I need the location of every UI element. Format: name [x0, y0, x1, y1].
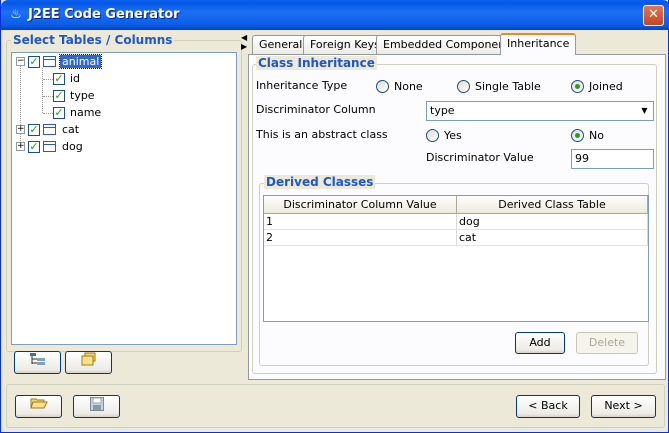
title-bar[interactable]: ♨ J2EE Code Generator ✕	[1, 0, 669, 30]
open-folder-icon	[29, 398, 48, 409]
table-cell[interactable]: cat	[457, 230, 648, 246]
abstract-class-label: This is an abstract class	[256, 128, 388, 141]
tree-label-name[interactable]: name	[68, 106, 103, 119]
details-panel: General Foreign Keys Embedded Components…	[248, 33, 666, 380]
close-button[interactable]: ✕	[643, 5, 664, 26]
main-window: ♨ J2EE Code Generator ✕ Select Tables / …	[0, 0, 669, 433]
discriminator-value-field[interactable]: 99	[571, 149, 654, 169]
tree-node-type[interactable]: ✓ type	[53, 87, 97, 104]
radio-none-circle[interactable]	[376, 80, 389, 93]
tree-view-button[interactable]	[14, 351, 61, 374]
folder-tool-button[interactable]	[65, 351, 112, 374]
tab-general[interactable]: General	[252, 35, 310, 54]
tab-foreign-keys[interactable]: Foreign Keys	[303, 35, 387, 54]
table-cell[interactable]: 2	[264, 230, 457, 246]
save-button[interactable]	[73, 395, 120, 418]
table-icon	[43, 141, 56, 152]
back-button[interactable]: < Back	[516, 395, 580, 418]
checkbox-id[interactable]: ✓	[53, 72, 65, 85]
radio-single-table-label: Single Table	[475, 80, 541, 93]
table-cell[interactable]: dog	[457, 214, 648, 230]
expand-icon[interactable]: +	[16, 142, 25, 151]
delete-button[interactable]: Delete	[576, 332, 638, 354]
tree-node-dog[interactable]: + ✓ dog	[16, 138, 85, 155]
table-icon	[43, 124, 56, 135]
folder-icon	[81, 352, 95, 366]
column-header-discriminator[interactable]: Discriminator Column Value	[264, 196, 457, 214]
splitter-arrows-icon[interactable]: ◀ ▶	[241, 33, 247, 51]
checkbox-dog[interactable]: ✓	[28, 140, 40, 153]
java-cup-icon: ♨	[10, 7, 22, 22]
radio-abstract-yes-label: Yes	[444, 129, 462, 142]
radio-abstract-yes[interactable]: Yes	[426, 129, 462, 142]
radio-abstract-no-label: No	[589, 129, 604, 142]
checkbox-cat[interactable]: ✓	[28, 123, 40, 136]
tree-label-id[interactable]: id	[68, 72, 82, 85]
discriminator-column-label: Discriminator Column	[256, 103, 376, 116]
class-inheritance-title: Class Inheritance	[256, 56, 377, 70]
inheritance-type-label: Inheritance Type	[256, 79, 348, 92]
tree-node-animal[interactable]: − ✓ animal	[16, 53, 103, 70]
chevron-down-icon[interactable]: ▼	[636, 102, 653, 120]
tree-node-id[interactable]: ✓ id	[53, 70, 82, 87]
radio-joined-label: Joined	[589, 80, 623, 93]
save-disk-icon	[89, 397, 104, 411]
table-group-title: Select Tables / Columns	[11, 33, 175, 47]
tree-node-cat[interactable]: + ✓ cat	[16, 121, 81, 138]
table-tree[interactable]: − ✓ animal ✓ id ✓ type ✓ name + ✓ cat + …	[11, 52, 237, 345]
discriminator-value-label: Discriminator Value	[426, 151, 534, 164]
radio-abstract-yes-circle[interactable]	[426, 129, 439, 142]
tree-view-icon	[29, 353, 45, 365]
radio-single-table[interactable]: Single Table	[457, 80, 541, 93]
radio-abstract-no[interactable]: No	[571, 129, 604, 142]
derived-classes-table[interactable]: Discriminator Column Value Derived Class…	[263, 195, 649, 322]
add-button[interactable]: Add	[515, 332, 565, 354]
radio-none[interactable]: None	[376, 80, 423, 93]
checkbox-name[interactable]: ✓	[53, 106, 65, 119]
tree-node-name[interactable]: ✓ name	[53, 104, 103, 121]
tab-inheritance[interactable]: Inheritance	[500, 33, 577, 55]
table-icon	[43, 56, 56, 67]
radio-none-label: None	[394, 80, 423, 93]
tree-label-cat[interactable]: cat	[60, 123, 81, 136]
table-selection-panel: Select Tables / Columns − ✓ animal ✓ id …	[6, 33, 242, 380]
tree-label-type[interactable]: type	[68, 89, 97, 102]
checkbox-type[interactable]: ✓	[53, 89, 65, 102]
tree-label-dog[interactable]: dog	[60, 140, 85, 153]
discriminator-column-value: type	[430, 104, 455, 117]
checkbox-animal[interactable]: ✓	[28, 55, 40, 68]
radio-joined-circle[interactable]	[571, 80, 584, 93]
next-button[interactable]: Next >	[591, 395, 656, 418]
tab-strip: General Foreign Keys Embedded Components…	[248, 33, 666, 55]
open-button[interactable]	[15, 395, 62, 418]
radio-joined[interactable]: Joined	[571, 80, 623, 93]
collapse-icon[interactable]: −	[16, 57, 25, 66]
tree-label-animal[interactable]: animal	[58, 54, 103, 69]
discriminator-column-select[interactable]: type ▼	[426, 101, 654, 121]
window-title: J2EE Code Generator	[28, 7, 180, 22]
table-cell[interactable]: 1	[264, 214, 457, 230]
expand-icon[interactable]: +	[16, 125, 25, 134]
column-header-derived-table[interactable]: Derived Class Table	[457, 196, 648, 214]
derived-classes-title: Derived Classes	[264, 175, 376, 189]
inheritance-tab-body: Class Inheritance Inheritance Type None …	[248, 54, 666, 380]
radio-abstract-no-circle[interactable]	[571, 129, 584, 142]
radio-single-table-circle[interactable]	[457, 80, 470, 93]
tree-connector	[43, 96, 53, 97]
tree-connector	[43, 79, 53, 80]
bottom-toolbar: < Back Next >	[6, 384, 665, 428]
tree-connector	[42, 68, 43, 113]
tree-connector	[43, 113, 53, 114]
